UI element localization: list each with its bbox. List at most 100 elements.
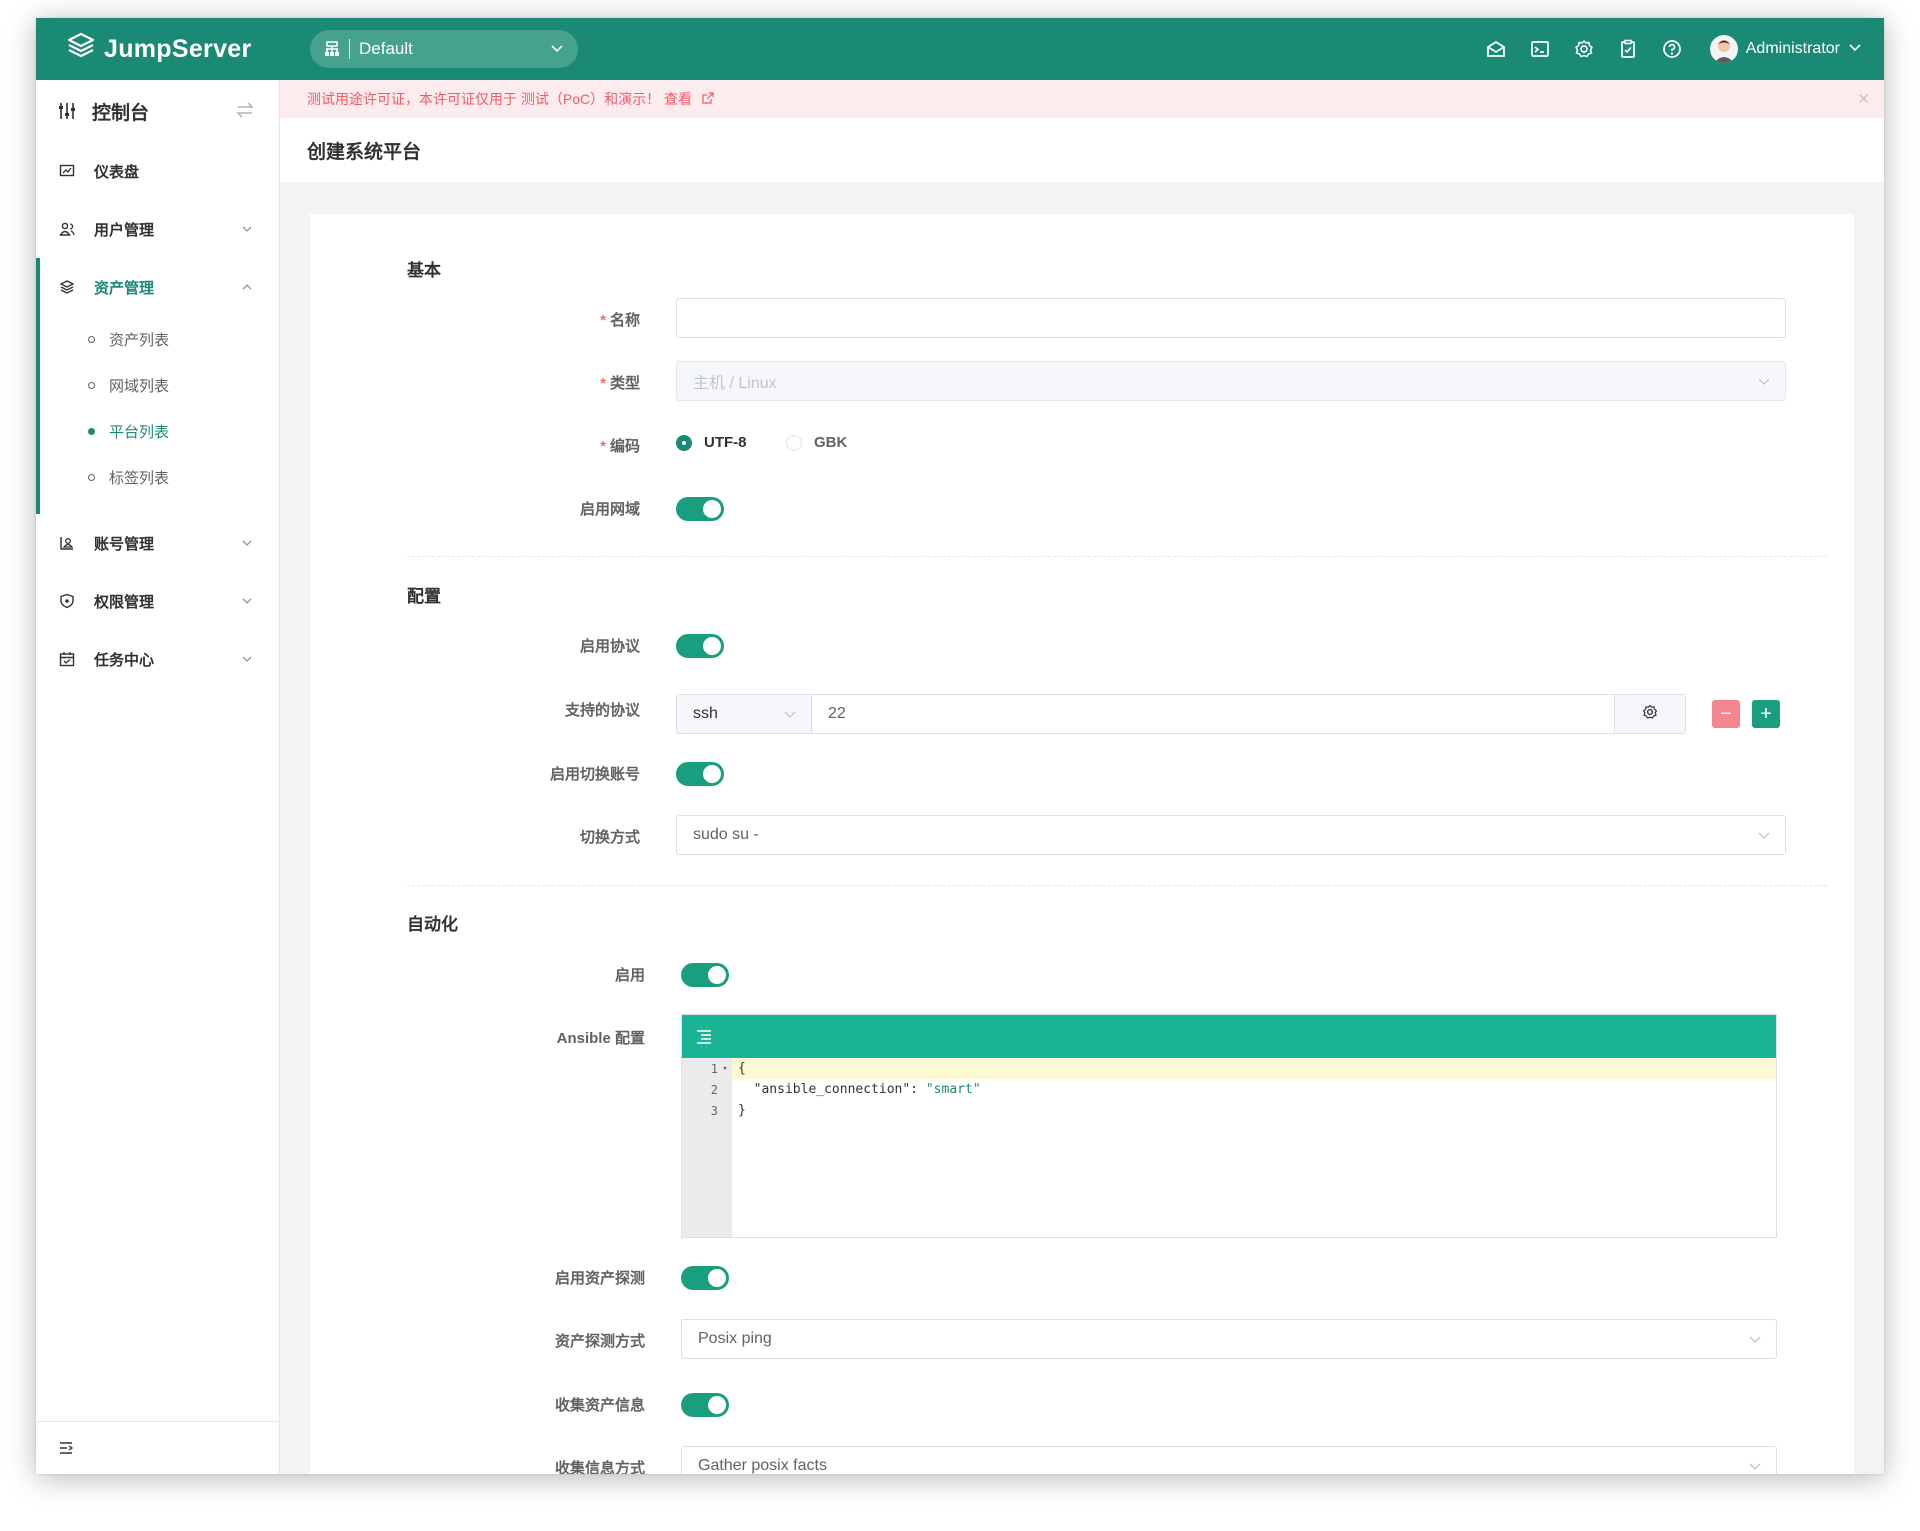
ping-method-select[interactable]: Posix ping xyxy=(681,1319,1777,1359)
protocol-select[interactable]: ssh xyxy=(677,695,812,733)
section-title-automation: 自动化 xyxy=(407,915,458,934)
console-icon xyxy=(58,102,76,120)
sidebar-item-accounts[interactable]: 账号管理 xyxy=(36,514,279,572)
sidebar-header: 控制台 xyxy=(36,80,279,142)
code-line: 1 ▾ { xyxy=(710,1061,746,1076)
format-icon[interactable] xyxy=(694,1027,714,1052)
alert-text: 测试用途许可证，本许可证仅用于 测试（PoC）和演示！ 查看 xyxy=(307,89,714,109)
switch-view-icon[interactable] xyxy=(235,100,255,125)
settings-icon[interactable] xyxy=(1562,18,1606,80)
close-icon[interactable]: ✕ xyxy=(1857,90,1870,108)
sidebar-subitem-zone-list[interactable]: 网域列表 xyxy=(36,362,279,408)
chevron-down-icon xyxy=(1757,828,1771,847)
sidebar-subitem-platform-list[interactable]: 平台列表 xyxy=(36,408,279,454)
logo[interactable]: JumpServer xyxy=(66,32,252,67)
chevron-down-icon xyxy=(241,222,253,239)
code-text: } xyxy=(738,1103,746,1118)
automation-enabled-toggle[interactable] xyxy=(681,963,729,987)
type-select-value: 主机 / Linux xyxy=(693,375,777,392)
chevron-down-icon xyxy=(550,39,564,64)
section-divider xyxy=(407,885,1827,886)
alert-message[interactable]: 测试用途许可证，本许可证仅用于 测试（PoC）和演示！ 查看 xyxy=(307,91,692,107)
sidebar-subitem-label: 标签列表 xyxy=(109,469,170,487)
radio-unchecked-icon xyxy=(786,434,802,451)
encoding-radio-utf8[interactable]: UTF-8 xyxy=(676,434,747,451)
settings-icon xyxy=(1642,704,1658,725)
su-method-label: 切换方式 xyxy=(579,829,640,846)
chevron-down-icon xyxy=(241,652,253,669)
chevron-down-icon xyxy=(241,536,253,553)
name-input[interactable] xyxy=(676,298,1786,338)
gateway-toggle[interactable] xyxy=(676,497,724,521)
user-name: Administrator xyxy=(1745,40,1840,57)
remove-protocol-button[interactable]: − xyxy=(1712,700,1740,728)
page-header: 创建系统平台 xyxy=(280,118,1884,182)
gather-enabled-label: 收集资产信息 xyxy=(554,1397,645,1414)
protocol-enabled-toggle[interactable] xyxy=(676,634,724,658)
gather-enabled-toggle[interactable] xyxy=(681,1393,729,1417)
protocol-port-input[interactable]: 22 xyxy=(812,695,1614,733)
bullet-icon xyxy=(88,335,95,343)
license-alert: 测试用途许可证，本许可证仅用于 测试（PoC）和演示！ 查看 ✕ xyxy=(280,80,1884,118)
page-title: 创建系统平台 xyxy=(307,141,422,163)
type-select: 主机 / Linux xyxy=(676,361,1786,401)
ping-enabled-toggle[interactable] xyxy=(681,1266,729,1290)
sidebar: 控制台 仪表盘 用户管理 资产管理 资产列表 网域列表 平台列表 标签列表 账号… xyxy=(36,80,280,1474)
sidebar-item-tasks[interactable]: 任务中心 xyxy=(36,630,279,688)
name-label-text: 名称 xyxy=(609,312,640,329)
su-method-value: sudo su - xyxy=(693,826,759,843)
sidebar-item-label: 仪表盘 xyxy=(94,163,140,181)
su-enabled-toggle[interactable] xyxy=(676,762,724,786)
gateway-label: 启用网域 xyxy=(579,501,640,518)
sidebar-item-users[interactable]: 用户管理 xyxy=(36,200,279,258)
sidebar-subitem-label: 资产列表 xyxy=(109,331,170,349)
sidebar-group-assets: 资产管理 资产列表 网域列表 平台列表 标签列表 xyxy=(36,258,279,514)
section-divider xyxy=(407,556,1827,557)
ansible-config-label: Ansible 配置 xyxy=(556,1030,645,1047)
bullet-icon xyxy=(88,473,95,481)
protocol-settings-button[interactable] xyxy=(1614,695,1685,733)
code-line: 2 "ansible_connection": "smart" xyxy=(710,1082,981,1097)
su-method-select[interactable]: sudo su - xyxy=(676,815,1786,855)
collapse-sidebar-icon[interactable] xyxy=(58,1440,74,1461)
ping-enabled-label: 启用资产探测 xyxy=(554,1270,645,1287)
ansible-config-editor[interactable]: 1 ▾ { 2 "ansible_connection": "smart" 3 } xyxy=(681,1014,1777,1238)
automation-enabled-label: 启用 xyxy=(614,967,645,984)
gather-method-label: 收集信息方式 xyxy=(554,1460,645,1474)
ping-method-label: 资产探测方式 xyxy=(554,1333,645,1350)
mail-icon[interactable] xyxy=(1474,18,1518,80)
name-label: * 名称 xyxy=(600,312,640,329)
external-link-icon[interactable] xyxy=(702,92,714,104)
sidebar-item-dashboard[interactable]: 仪表盘 xyxy=(36,142,279,200)
sidebar-item-label: 权限管理 xyxy=(94,593,155,611)
su-enabled-label: 启用切换账号 xyxy=(549,766,640,783)
code-text: "ansible_connection": "smart" xyxy=(753,1082,981,1097)
chevron-up-icon xyxy=(241,280,253,297)
encoding-radio-gbk[interactable]: GBK xyxy=(786,434,847,451)
sidebar-item-permissions[interactable]: 权限管理 xyxy=(36,572,279,630)
editor-toolbar xyxy=(682,1015,1776,1058)
protocol-select-value: ssh xyxy=(693,705,718,722)
protocols-label: 支持的协议 xyxy=(564,702,640,719)
radio-checked-icon xyxy=(676,434,692,451)
user-menu[interactable]: Administrator xyxy=(1709,35,1862,63)
jumpserver-logo-icon xyxy=(66,32,96,67)
sidebar-subitem-asset-list[interactable]: 资产列表 xyxy=(36,316,279,362)
clipboard-icon[interactable] xyxy=(1606,18,1650,80)
calendar-icon xyxy=(58,651,76,667)
sidebar-item-label: 资产管理 xyxy=(94,279,155,297)
add-protocol-button[interactable]: + xyxy=(1752,700,1780,728)
layers-icon xyxy=(58,279,76,295)
sidebar-subitem-label-list[interactable]: 标签列表 xyxy=(36,454,279,500)
help-icon[interactable] xyxy=(1650,18,1694,80)
fold-arrow-icon[interactable]: ▾ xyxy=(718,1064,732,1074)
sidebar-subitem-label: 网域列表 xyxy=(109,377,170,395)
gather-method-select[interactable]: Gather posix facts xyxy=(681,1446,1777,1474)
shield-icon xyxy=(58,593,76,609)
sidebar-title: 控制台 xyxy=(92,102,150,124)
terminal-icon[interactable] xyxy=(1518,18,1562,80)
organization-select[interactable]: Default xyxy=(310,30,578,68)
sidebar-item-assets[interactable]: 资产管理 xyxy=(36,258,279,316)
form-card: 基本 * 名称 * 类型 主机 / Linux * 编码 UTF-8 GBK 启用网域… xyxy=(310,214,1854,1474)
chevron-down-icon xyxy=(1848,40,1862,59)
